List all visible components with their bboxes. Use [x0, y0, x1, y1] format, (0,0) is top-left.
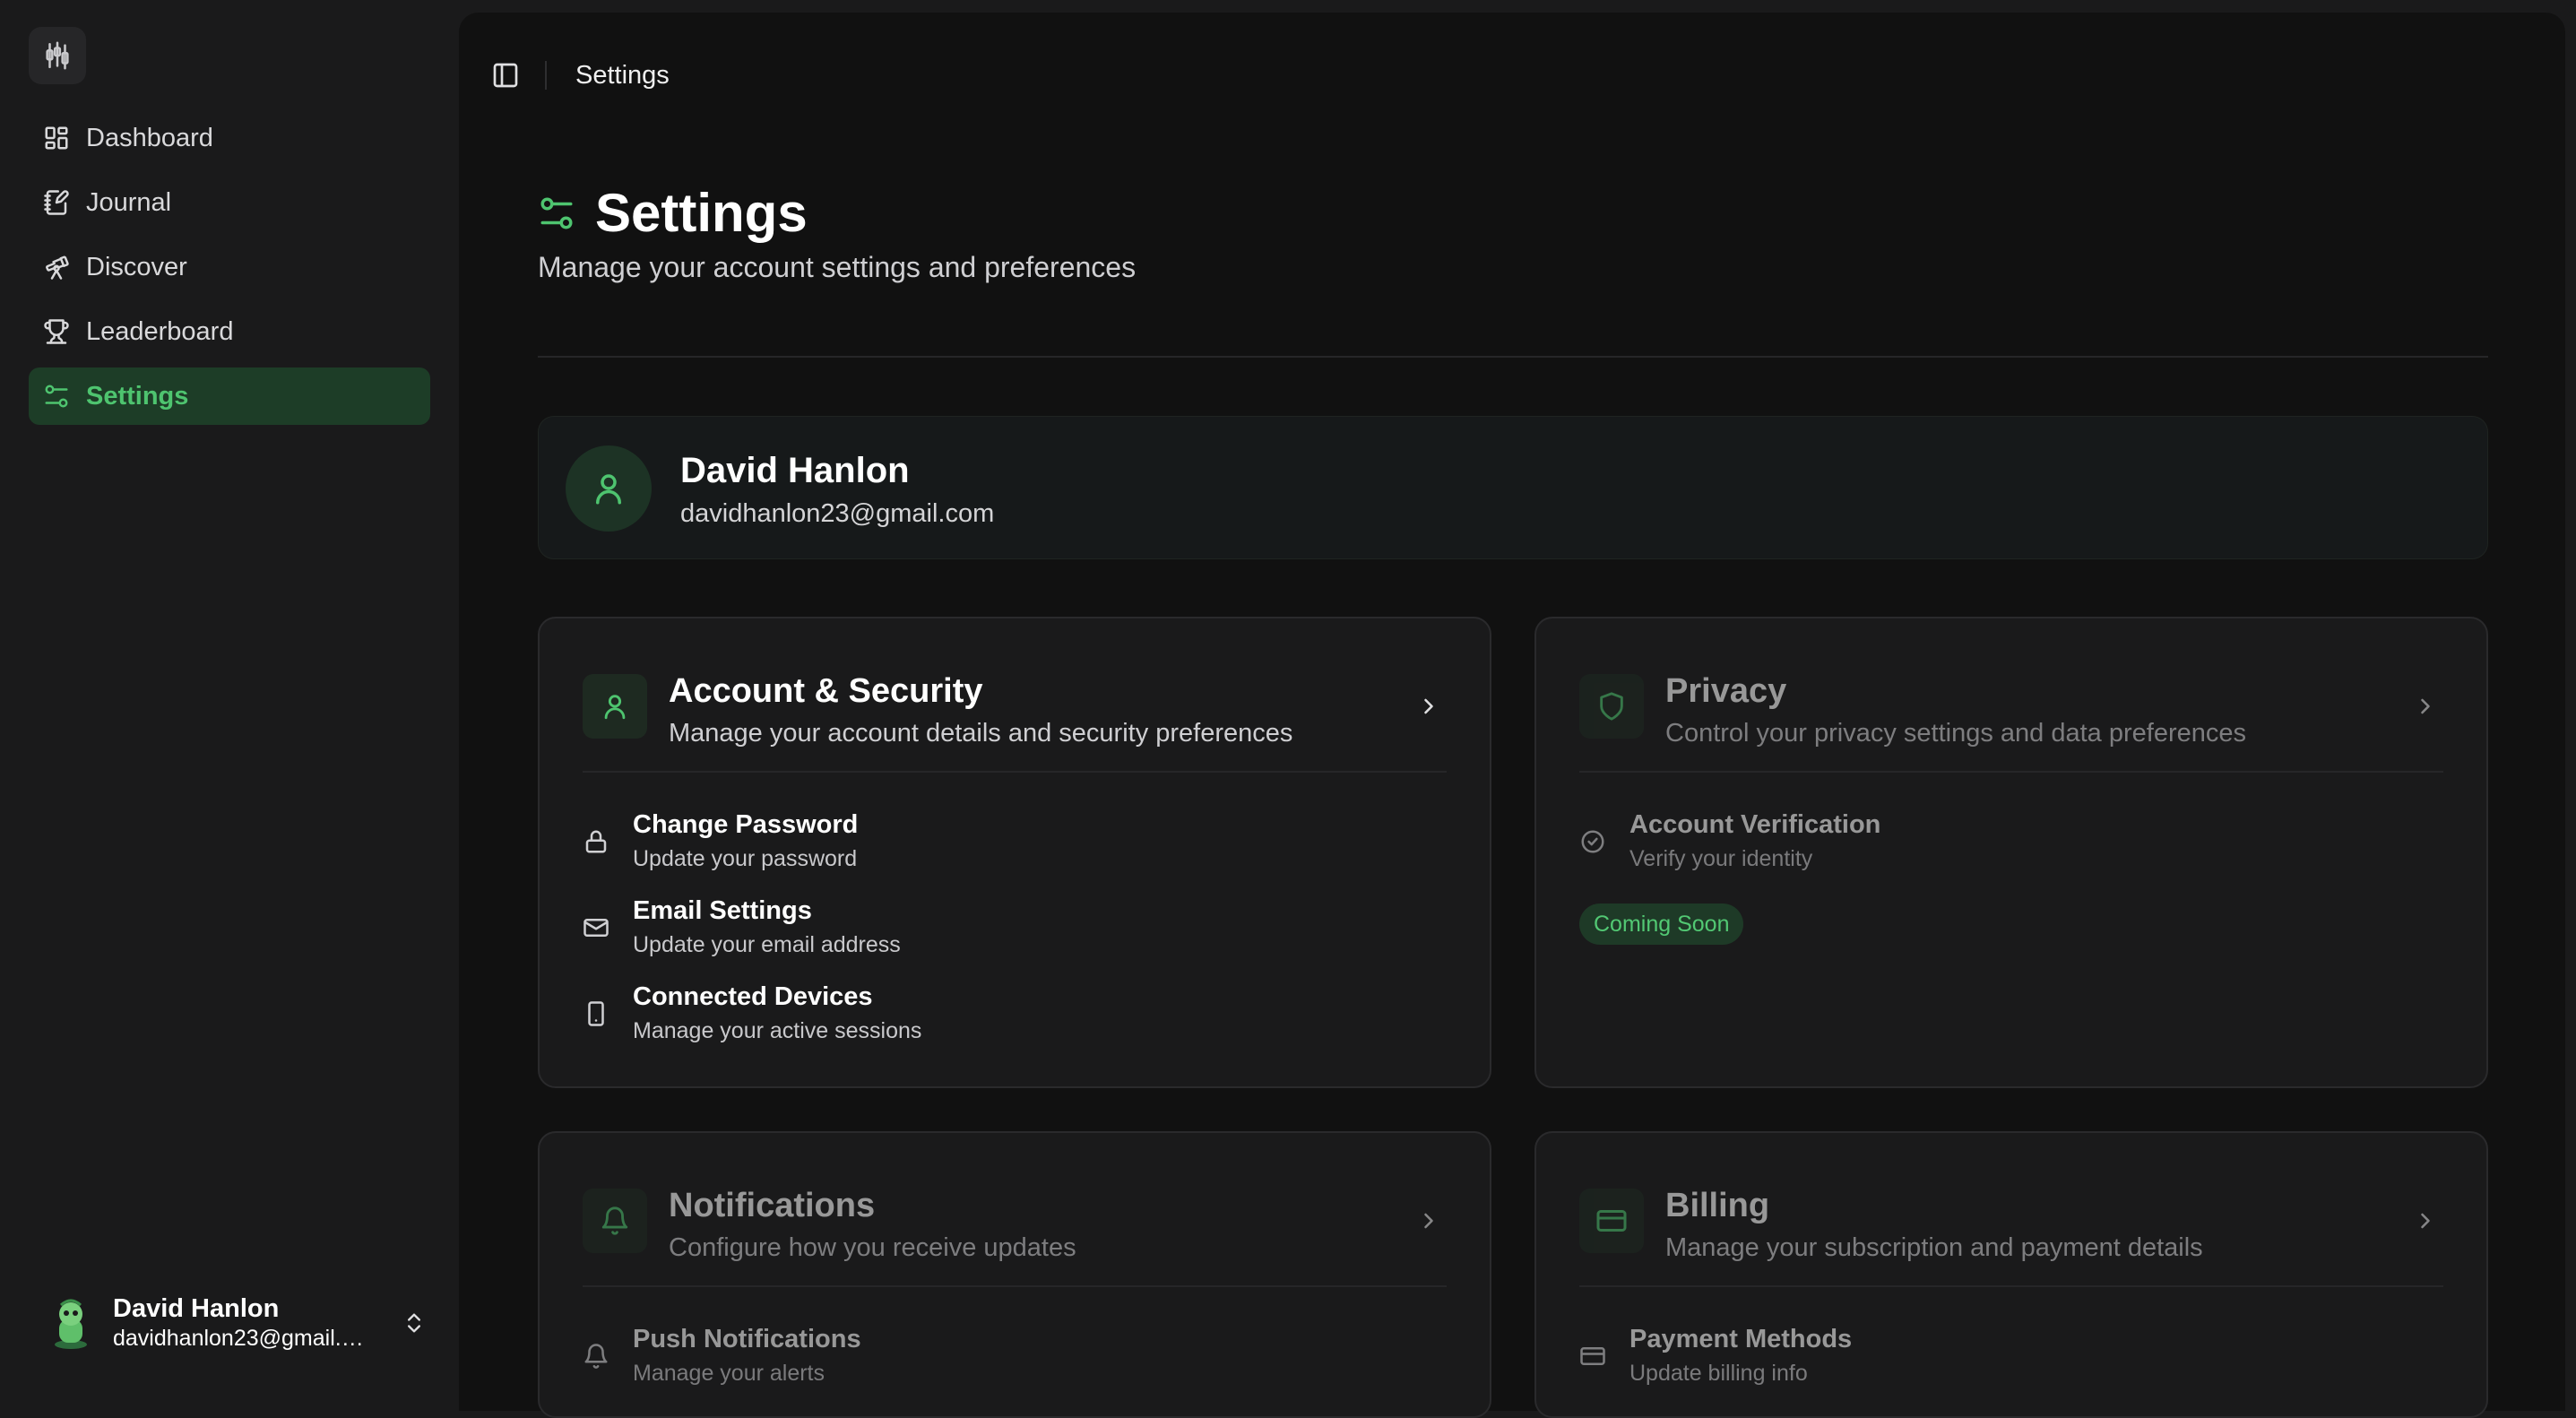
card-icon-box	[583, 674, 647, 739]
billing-card[interactable]: Billing Manage your subscription and pay…	[1534, 1131, 2488, 1418]
account-verification-row: Account Verification Verify your identit…	[1579, 810, 2443, 896]
sidebar-item-label: Leaderboard	[86, 316, 234, 346]
avatar	[566, 445, 652, 532]
sliders-icon	[540, 197, 573, 229]
chevron-right-icon[interactable]	[2413, 1208, 2438, 1233]
sliders-icon	[45, 385, 68, 408]
sidebar-item-label: Settings	[86, 381, 189, 411]
chevrons-up-down-icon[interactable]	[402, 1307, 427, 1339]
sidebar-item-leaderboard[interactable]: Leaderboard	[29, 303, 430, 360]
mail-icon	[583, 919, 609, 937]
user-email: davidhanlon23@gmail.com	[113, 1326, 364, 1351]
row-title: Email Settings	[633, 896, 812, 925]
row-title: Change Password	[633, 810, 859, 839]
shield-icon	[1600, 692, 1623, 721]
user-name: David Hanlon	[113, 1294, 280, 1323]
sidebar-nav: Dashboard Journal Discover Leaderboard S…	[29, 109, 430, 432]
row-subtitle: Update your password	[633, 846, 858, 871]
smartphone-icon	[588, 1001, 604, 1026]
page-header: Settings Manage your account settings an…	[538, 181, 1136, 284]
bell-icon	[601, 1206, 628, 1235]
card-title: Privacy	[1665, 672, 1787, 710]
telescope-icon	[46, 255, 69, 280]
card-title: Account & Security	[669, 672, 983, 710]
page-subtitle: Manage your account settings and prefere…	[538, 251, 1137, 283]
check-circle-icon	[1581, 830, 1604, 853]
notebook-pen-icon	[44, 190, 69, 215]
card-description: Control your privacy settings and data p…	[1665, 719, 2247, 748]
sidebar-item-label: Dashboard	[86, 123, 213, 152]
candlestick-chart-icon	[46, 41, 69, 70]
trophy-icon	[44, 319, 69, 344]
chevron-right-icon[interactable]	[2413, 694, 2438, 719]
card-divider	[583, 771, 1447, 773]
grid-icon	[45, 126, 68, 150]
row-subtitle: Verify your identity	[1629, 846, 1813, 871]
profile-name: David Hanlon	[680, 451, 910, 490]
avatar	[55, 1299, 87, 1349]
privacy-card[interactable]: Privacy Control your privacy settings an…	[1534, 617, 2488, 1088]
card-description: Configure how you receive updates	[669, 1233, 1076, 1262]
sidebar: Dashboard Journal Discover Leaderboard S…	[0, 0, 459, 1393]
topbar-divider	[545, 61, 547, 90]
sidebar-item-discover[interactable]: Discover	[29, 238, 430, 296]
row-title: Account Verification	[1629, 810, 1881, 839]
sidebar-item-label: Discover	[86, 252, 187, 281]
card-title: Notifications	[669, 1187, 876, 1224]
account-security-card[interactable]: Account & Security Manage your account d…	[538, 617, 1491, 1088]
card-title: Billing	[1665, 1187, 1770, 1224]
push-notifications-row: Push Notifications Manage your alerts	[583, 1325, 1447, 1411]
row-subtitle: Update your email address	[633, 932, 901, 957]
lock-icon	[585, 830, 607, 853]
row-title: Connected Devices	[633, 982, 873, 1011]
card-description: Manage your subscription and payment det…	[1665, 1233, 2203, 1262]
card-divider	[1579, 1285, 2443, 1287]
notifications-card[interactable]: Notifications Configure how you receive …	[538, 1131, 1491, 1418]
bell-icon	[584, 1344, 608, 1369]
change-password-row[interactable]: Change Password Update your password	[583, 810, 1447, 896]
card-icon-box	[1579, 674, 1644, 739]
row-title: Push Notifications	[633, 1325, 861, 1353]
card-divider	[583, 1285, 1447, 1287]
sidebar-toggle-icon[interactable]	[491, 61, 520, 90]
sidebar-item-settings[interactable]: Settings	[29, 367, 430, 425]
topbar: Settings	[491, 54, 670, 97]
row-subtitle: Manage your alerts	[633, 1361, 826, 1386]
row-title: Payment Methods	[1629, 1325, 1853, 1353]
breadcrumb: Settings	[575, 60, 670, 90]
main-panel: Settings Settings Manage your account se…	[459, 13, 2565, 1418]
connected-devices-row[interactable]: Connected Devices Manage your active ses…	[583, 982, 1447, 1068]
sidebar-item-journal[interactable]: Journal	[29, 174, 430, 231]
coming-soon-badge: Coming Soon	[1579, 904, 1744, 945]
sidebar-item-dashboard[interactable]: Dashboard	[29, 109, 430, 167]
row-subtitle: Update billing info	[1629, 1361, 1808, 1386]
user-menu[interactable]: David Hanlon davidhanlon23@gmail.com	[50, 1291, 427, 1355]
user-icon	[604, 695, 626, 720]
user-icon	[596, 474, 621, 505]
row-subtitle: Manage your active sessions	[633, 1018, 922, 1043]
email-settings-row[interactable]: Email Settings Update your email address	[583, 896, 1447, 982]
profile-card: David Hanlon davidhanlon23@gmail.com	[538, 416, 2488, 559]
card-divider	[1579, 771, 2443, 773]
payment-methods-row: Payment Methods Update billing info	[1579, 1325, 2443, 1411]
user-info: David Hanlon davidhanlon23@gmail.com	[113, 1293, 394, 1353]
header-divider	[538, 356, 2488, 358]
chevron-right-icon[interactable]	[1416, 1208, 1441, 1233]
chevron-right-icon[interactable]	[1416, 694, 1441, 719]
app-logo[interactable]	[29, 27, 86, 84]
profile-email: davidhanlon23@gmail.com	[680, 499, 995, 528]
card-icon-box	[1579, 1189, 1644, 1253]
card-description: Manage your account details and security…	[669, 719, 1293, 748]
credit-card-icon	[1596, 1210, 1627, 1232]
card-icon-box	[583, 1189, 647, 1253]
sidebar-item-label: Journal	[86, 187, 172, 217]
credit-card-icon	[1580, 1347, 1605, 1365]
page-title: Settings	[595, 183, 808, 243]
